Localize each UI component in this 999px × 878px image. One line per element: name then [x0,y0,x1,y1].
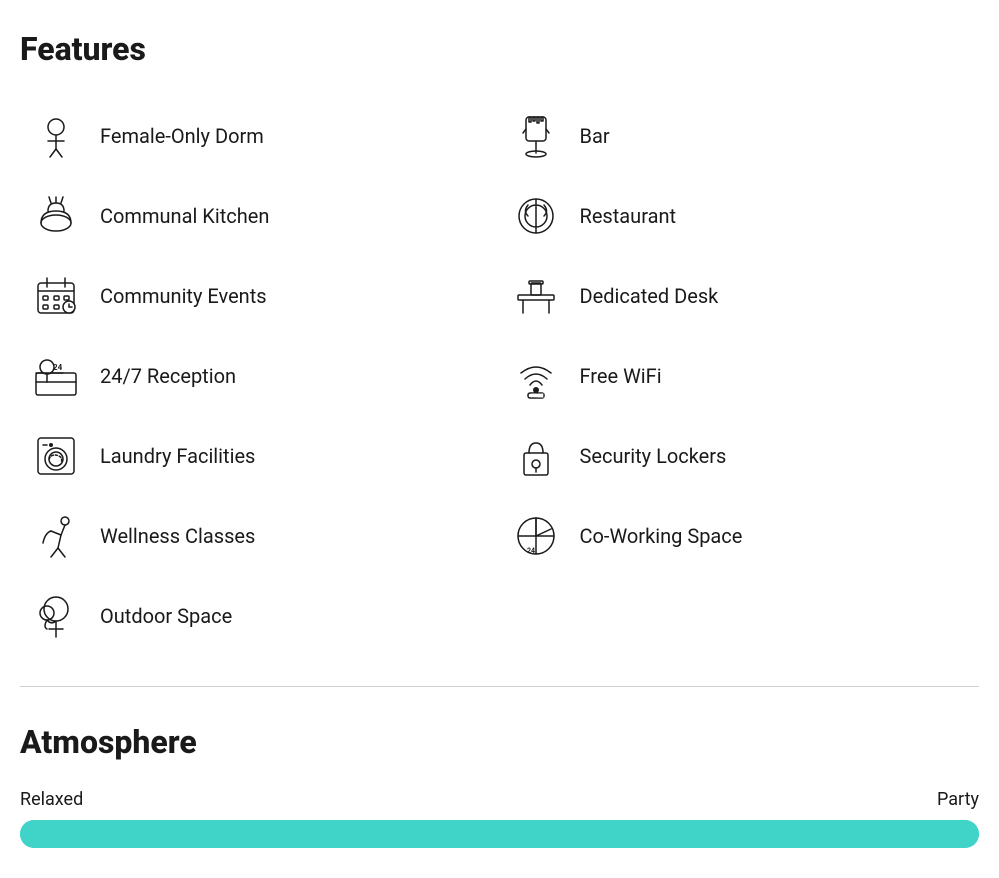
feature-label-bar: Bar [580,124,610,148]
feature-item-coworking: 24 Co-Working Space [500,496,980,576]
feature-item-dedicated-desk: Dedicated Desk [500,256,980,336]
wellness-icon [30,510,82,562]
feature-item-reception: 24 24/7 Reception [20,336,500,416]
features-right-col: Bar Restaurant [500,96,980,656]
atmosphere-title: Atmosphere [20,723,979,761]
wifi-icon: FREE [510,350,562,402]
feature-item-laundry: Laundry Facilities [20,416,500,496]
feature-label-outdoor: Outdoor Space [100,604,232,628]
feature-label-communal-kitchen: Communal Kitchen [100,204,269,228]
feature-item-wellness: Wellness Classes [20,496,500,576]
feature-item-security-lockers: Security Lockers [500,416,980,496]
bar-icon [510,110,562,162]
feature-label-security-lockers: Security Lockers [580,444,727,468]
events-icon [30,270,82,322]
atmosphere-section: Atmosphere Relaxed Party [20,723,979,848]
feature-label-dedicated-desk: Dedicated Desk [580,284,719,308]
atmosphere-label-relaxed: Relaxed [20,789,83,810]
features-title: Features [20,30,979,68]
feature-item-bar: Bar [500,96,980,176]
svg-text:FREE: FREE [531,394,544,400]
feature-item-restaurant: Restaurant [500,176,980,256]
kitchen-icon [30,190,82,242]
desk-icon [510,270,562,322]
coworking-icon: 24 [510,510,562,562]
feature-label-wellness: Wellness Classes [100,524,255,548]
atmosphere-progress-bar [20,820,979,848]
feature-label-coworking: Co-Working Space [580,524,743,548]
locker-icon [510,430,562,482]
outdoor-icon [30,590,82,642]
features-grid: Female-Only Dorm Communal Kitchen [20,96,979,656]
feature-label-community-events: Community Events [100,284,267,308]
feature-label-laundry: Laundry Facilities [100,444,255,468]
restaurant-icon [510,190,562,242]
laundry-icon [30,430,82,482]
feature-label-female-only-dorm: Female-Only Dorm [100,124,264,148]
feature-item-free-wifi: FREE Free WiFi [500,336,980,416]
feature-item-community-events: Community Events [20,256,500,336]
svg-text:24: 24 [527,547,535,555]
feature-label-reception: 24/7 Reception [100,364,236,388]
atmosphere-progress-fill [20,820,979,848]
svg-text:24: 24 [53,363,63,372]
features-left-col: Female-Only Dorm Communal Kitchen [20,96,500,656]
feature-label-free-wifi: Free WiFi [580,364,662,388]
atmosphere-label-party: Party [937,789,979,810]
feature-item-female-only-dorm: Female-Only Dorm [20,96,500,176]
feature-item-communal-kitchen: Communal Kitchen [20,176,500,256]
section-divider [20,686,979,687]
female-icon [30,110,82,162]
feature-item-outdoor: Outdoor Space [20,576,500,656]
reception-icon: 24 [30,350,82,402]
feature-label-restaurant: Restaurant [580,204,677,228]
atmosphere-labels: Relaxed Party [20,789,979,810]
